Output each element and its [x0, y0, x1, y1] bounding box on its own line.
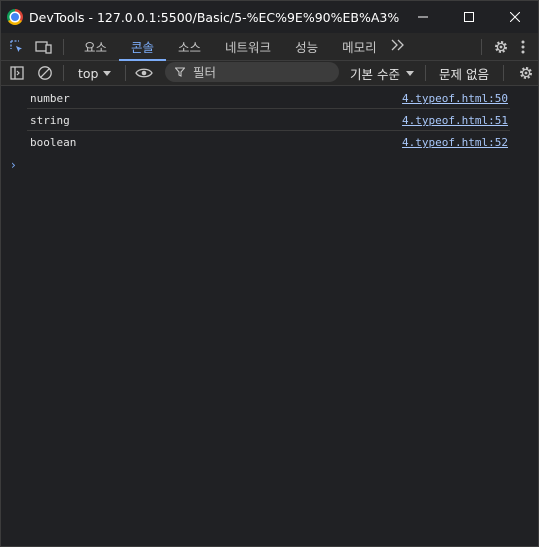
caret-down-icon: [103, 70, 112, 76]
console-message: boolean 4.typeof.html:52: [27, 131, 510, 152]
source-link[interactable]: 4.typeof.html:50: [402, 92, 508, 105]
context-selector[interactable]: top: [72, 66, 117, 81]
settings-button[interactable]: [490, 36, 512, 58]
console-messages: number 4.typeof.html:50 string 4.typeof.…: [1, 87, 538, 152]
issues-label: 문제 없음: [439, 66, 489, 82]
maximize-button[interactable]: [446, 1, 492, 33]
tab-memory[interactable]: 메모리: [330, 33, 389, 60]
device-toolbar-button[interactable]: [33, 36, 55, 58]
toolbar-divider: [481, 38, 482, 55]
caret-down-icon: [405, 70, 414, 76]
toolbar-divider: [503, 65, 504, 81]
message-text: string: [30, 114, 70, 127]
window-title: DevTools - 127.0.0.1:5500/Basic/5-%EC%9E…: [29, 9, 399, 25]
issues-counter[interactable]: 문제 없음: [439, 61, 489, 85]
title-bar: DevTools - 127.0.0.1:5500/Basic/5-%EC%9E…: [1, 1, 538, 33]
message-text: number: [30, 92, 70, 105]
toolbar-divider: [425, 65, 426, 81]
kebab-menu-icon: [521, 40, 525, 53]
tab-console[interactable]: 콘솔: [119, 33, 167, 61]
window-controls: [400, 1, 538, 33]
message-text: boolean: [30, 136, 77, 149]
minimize-icon: [418, 16, 428, 18]
live-expression-button[interactable]: [134, 63, 154, 83]
clear-console-button[interactable]: [35, 63, 55, 83]
log-levels-dropdown[interactable]: 기본 수준: [350, 61, 414, 85]
maximize-icon: [464, 12, 474, 22]
chrome-logo-icon: [7, 9, 23, 25]
toolbar-divider: [63, 65, 64, 81]
tabs-right-controls: [473, 33, 538, 60]
close-icon: [510, 12, 520, 22]
more-tabs-button[interactable]: [391, 39, 405, 55]
eye-icon: [135, 68, 154, 78]
context-label: top: [78, 65, 99, 81]
console-prompt[interactable]: ›: [11, 158, 16, 172]
console-message: string 4.typeof.html:51: [27, 109, 510, 131]
gear-icon: [495, 40, 507, 53]
tab-sources[interactable]: 소스: [166, 33, 213, 60]
inspect-icon: [10, 39, 22, 52]
show-sidebar-button[interactable]: [7, 63, 27, 83]
filter-funnel-icon: [175, 67, 185, 77]
console-toolbar: top 기본 수준 문제 없음: [1, 61, 538, 86]
more-options-button[interactable]: [512, 36, 534, 58]
double-chevron-right-icon: [391, 39, 404, 50]
console-message: number 4.typeof.html:50: [27, 87, 510, 109]
tab-performance[interactable]: 성능: [283, 33, 330, 60]
toolbar-divider: [63, 38, 64, 55]
source-link[interactable]: 4.typeof.html:52: [402, 136, 508, 149]
tab-network[interactable]: 네트워크: [213, 33, 283, 60]
devtools-window: DevTools - 127.0.0.1:5500/Basic/5-%EC%9E…: [0, 0, 539, 547]
clear-circle-icon: [38, 66, 52, 80]
filter-input[interactable]: [193, 64, 323, 80]
tab-elements[interactable]: 요소: [72, 33, 119, 60]
inspect-element-button[interactable]: [6, 36, 28, 58]
close-button[interactable]: [492, 1, 538, 33]
source-link[interactable]: 4.typeof.html:51: [402, 114, 508, 127]
device-toggle-icon: [35, 40, 52, 54]
panel-tabs-bar: 요소 콘솔 소스 네트워크 성능 메모리: [1, 33, 538, 61]
filter-field[interactable]: [165, 62, 339, 82]
sidebar-toggle-icon: [10, 66, 24, 80]
minimize-button[interactable]: [400, 1, 446, 33]
log-levels-label: 기본 수준: [350, 66, 400, 82]
toolbar-divider: [125, 65, 127, 81]
console-settings-button[interactable]: [516, 63, 536, 83]
gear-icon: [520, 67, 532, 79]
